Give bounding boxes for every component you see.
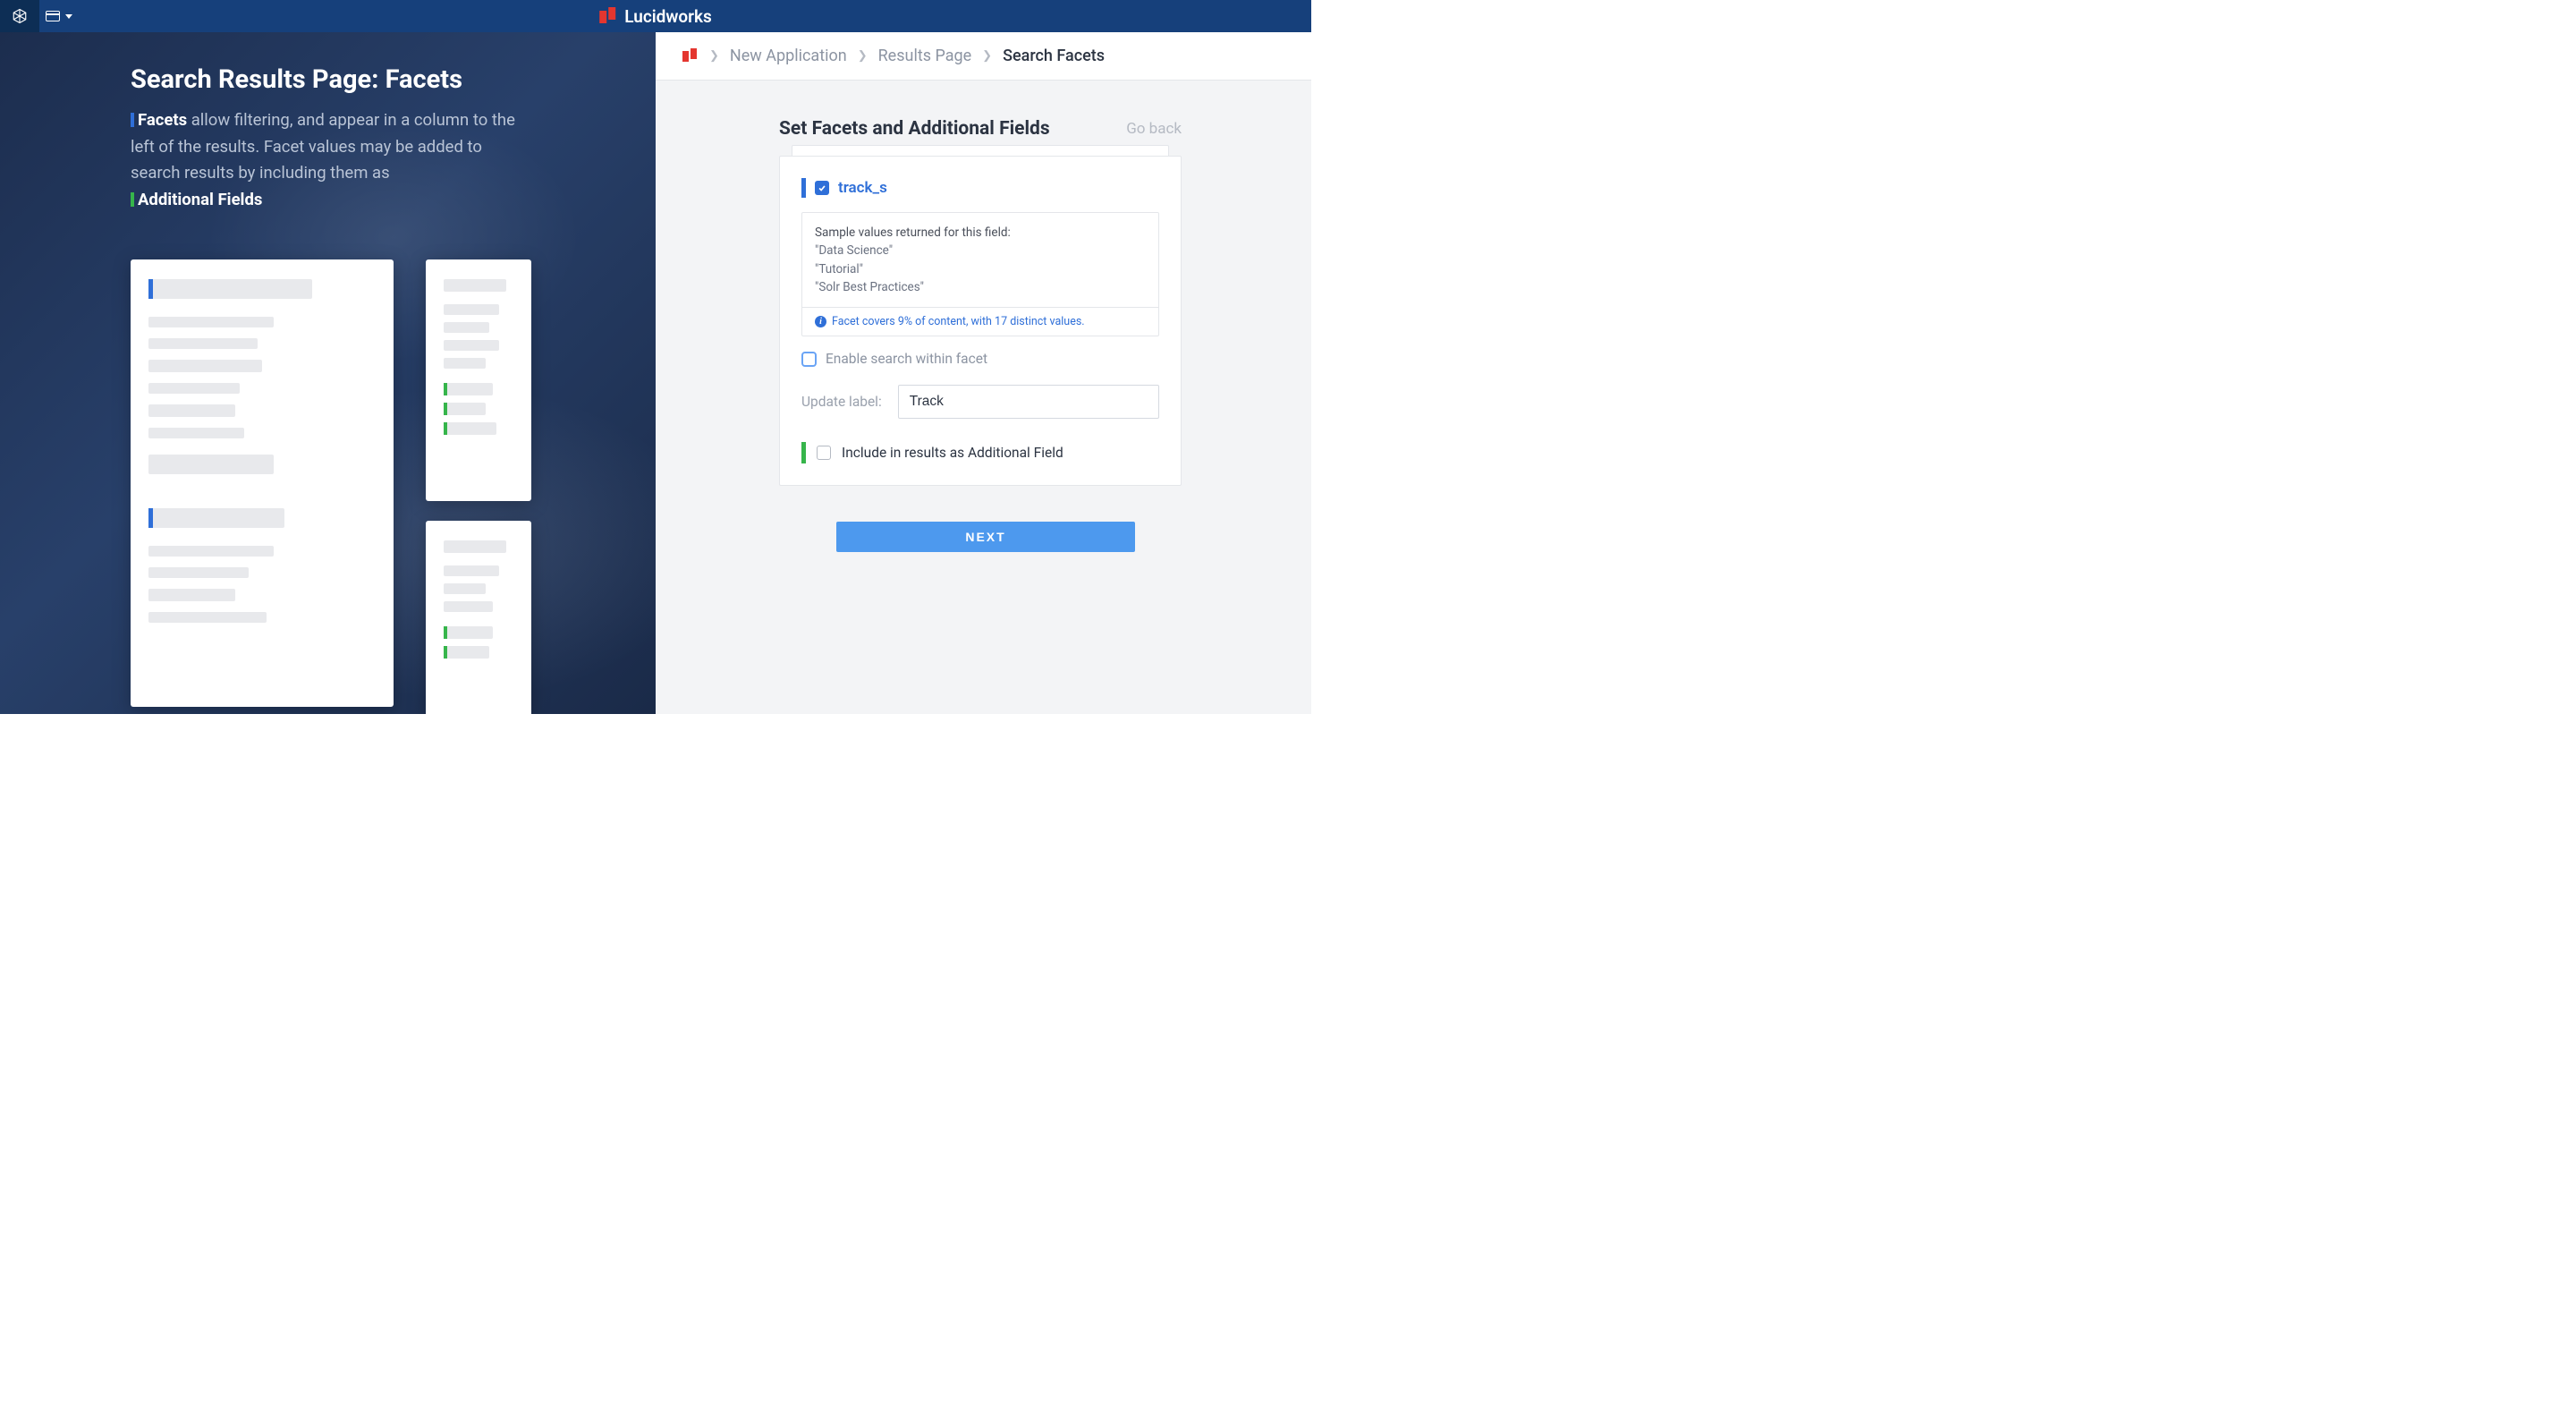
additional-field-marker-icon: [801, 442, 806, 463]
brand-name: Lucidworks: [624, 6, 712, 27]
breadcrumb-new-application[interactable]: New Application: [730, 47, 847, 65]
include-additional-field-checkbox[interactable]: [817, 446, 831, 460]
include-additional-field-label: Include in results as Additional Field: [842, 445, 1063, 461]
coverage-text: Facet covers 9% of content, with 17 dist…: [832, 315, 1085, 328]
app-logo-icon[interactable]: [0, 0, 39, 32]
breadcrumb-current: Search Facets: [1003, 47, 1105, 65]
update-label-text: Update label:: [801, 394, 882, 410]
topbar-left: [0, 0, 79, 32]
mock-preview: [131, 259, 591, 714]
chevron-right-icon: ❯: [982, 49, 992, 63]
breadcrumb: ❯ New Application ❯ Results Page ❯ Searc…: [656, 32, 1311, 81]
facet-enabled-checkbox[interactable]: [815, 181, 829, 195]
page-title: Search Results Page: Facets: [131, 64, 591, 95]
facet-card: track_s Sample values returned for this …: [779, 156, 1182, 486]
enable-search-row: Enable search within facet: [801, 351, 1159, 367]
next-button[interactable]: NEXT: [836, 522, 1135, 552]
right-panel: ❯ New Application ❯ Results Page ❯ Searc…: [656, 32, 1311, 714]
facet-field-name: track_s: [838, 179, 887, 197]
mock-result-card-2: [426, 521, 531, 714]
info-icon: i: [815, 316, 826, 327]
chevron-right-icon: ❯: [858, 49, 868, 63]
facet-marker-icon: [131, 113, 134, 127]
config-area: Set Facets and Additional Fields Go back…: [656, 81, 1311, 714]
enable-search-checkbox[interactable]: [801, 352, 817, 367]
sample-values-label: Sample values returned for this field:: [815, 224, 1146, 242]
lucidworks-logo-icon: [599, 7, 617, 25]
window-icon: [46, 11, 60, 21]
main: Search Results Page: Facets Facets allow…: [0, 32, 1311, 714]
breadcrumb-logo-icon[interactable]: [682, 48, 699, 64]
breadcrumb-results-page[interactable]: Results Page: [878, 47, 972, 65]
topbar: Lucidworks: [0, 0, 1311, 32]
sample-value: "Tutorial": [815, 260, 1146, 278]
desc-body: allow filtering, and appear in a column …: [131, 110, 515, 183]
sample-values-box: Sample values returned for this field: "…: [801, 212, 1159, 336]
coverage-info: i Facet covers 9% of content, with 17 di…: [802, 307, 1158, 336]
enable-search-label: Enable search within facet: [826, 351, 987, 367]
brand: Lucidworks: [599, 6, 712, 27]
facets-strong: Facets: [138, 110, 187, 130]
update-label-row: Update label:: [801, 385, 1159, 419]
facet-card-stack: track_s Sample values returned for this …: [779, 156, 1182, 486]
chevron-right-icon: ❯: [709, 49, 719, 63]
go-back-link[interactable]: Go back: [1126, 120, 1182, 138]
facet-marker-icon: [801, 178, 806, 198]
window-menu-button[interactable]: [39, 0, 79, 32]
include-additional-field-row: Include in results as Additional Field: [801, 442, 1159, 463]
page-description: Facets allow filtering, and appear in a …: [131, 107, 524, 213]
chevron-down-icon: [65, 14, 72, 19]
additional-field-marker-icon: [131, 192, 134, 207]
sample-value: "Solr Best Practices": [815, 278, 1146, 296]
facet-header: track_s: [801, 178, 1159, 198]
left-panel: Search Results Page: Facets Facets allow…: [0, 32, 656, 714]
config-title: Set Facets and Additional Fields: [779, 118, 1050, 140]
sample-value: "Data Science": [815, 242, 1146, 259]
update-label-input[interactable]: [898, 385, 1159, 419]
mock-result-card-1: [426, 259, 531, 501]
addfields-strong: Additional Fields: [138, 190, 262, 209]
mock-facets-card: [131, 259, 394, 707]
